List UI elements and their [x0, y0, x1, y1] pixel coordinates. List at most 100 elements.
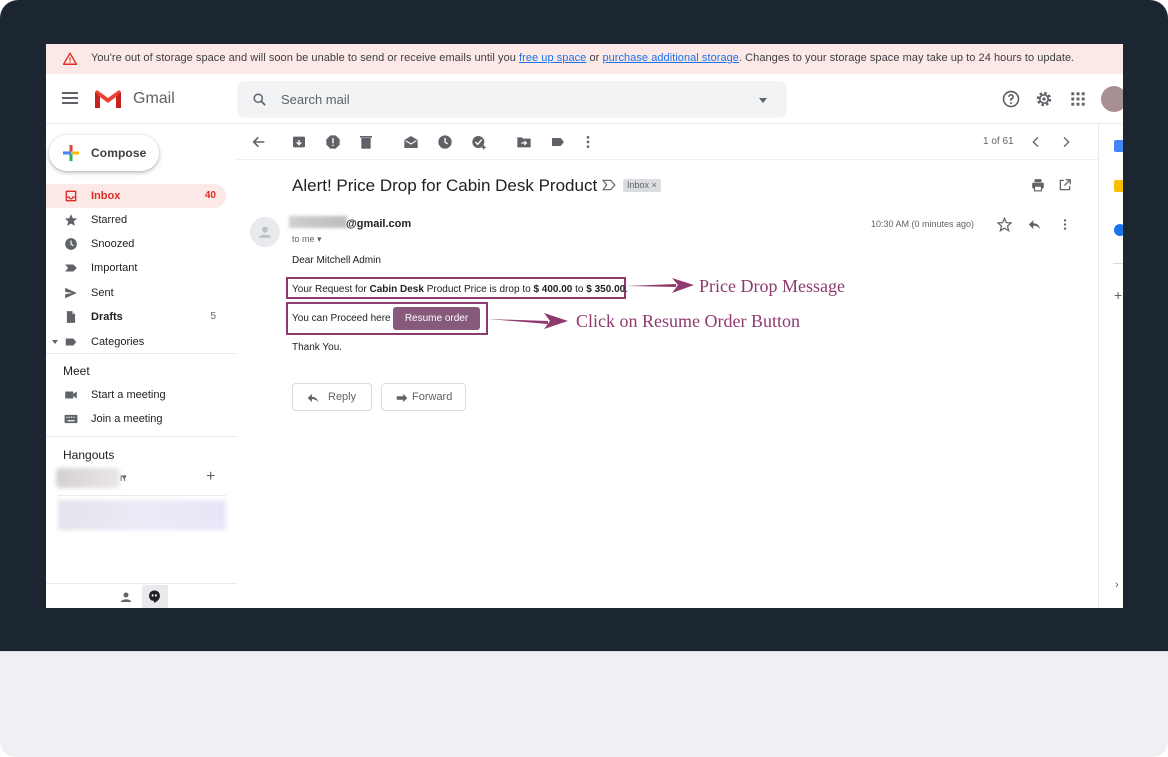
importance-marker-icon[interactable] — [602, 179, 616, 191]
menu-icon[interactable] — [62, 92, 78, 104]
new-price: $ 350.00 — [586, 284, 626, 295]
sidebar-item-starred[interactable]: Starred — [46, 208, 226, 232]
sidebar-item-label: Snoozed — [91, 238, 135, 250]
sidebar-item-drafts[interactable]: Drafts 5 — [46, 305, 226, 329]
label-as-icon[interactable] — [550, 134, 566, 150]
remove-label-icon[interactable]: × — [652, 180, 657, 190]
apps-grid-icon[interactable] — [1068, 89, 1088, 109]
print-icon[interactable] — [1031, 178, 1045, 192]
label-icon — [65, 338, 77, 346]
newer-chevron-icon[interactable] — [1028, 134, 1044, 150]
storage-warning-banner: You're out of storage space and will soo… — [46, 44, 1123, 74]
video-icon — [65, 391, 77, 399]
calendar-icon[interactable] — [1114, 140, 1123, 152]
annotation-arrow-2 — [488, 313, 568, 329]
sidebar-item-snoozed[interactable]: Snoozed — [46, 232, 226, 256]
send-icon — [65, 287, 77, 299]
search-icon[interactable] — [252, 92, 267, 107]
open-new-window-icon[interactable] — [1058, 178, 1072, 192]
gmail-wordmark: Gmail — [133, 90, 175, 107]
purchase-storage-link[interactable]: purchase additional storage — [602, 52, 739, 64]
inbox-count-badge: 40 — [204, 190, 216, 201]
recipient-details-toggle[interactable]: to me ▾ — [292, 234, 322, 245]
hangouts-tab[interactable] — [142, 585, 168, 608]
show-side-panel-icon[interactable]: › — [1115, 579, 1119, 591]
side-panel-divider — [1113, 263, 1123, 264]
search-options-icon[interactable] — [759, 98, 767, 103]
inbox-icon — [65, 190, 77, 202]
annotation-arrow-1 — [626, 278, 694, 293]
keep-icon[interactable] — [1114, 180, 1123, 192]
tasks-icon[interactable] — [1114, 224, 1123, 236]
hangouts-dropdown-icon[interactable]: ▾ — [122, 472, 127, 483]
resume-order-button[interactable]: Resume order — [393, 307, 480, 330]
forward-icon — [396, 393, 408, 403]
price-drop-text: to — [575, 284, 584, 295]
sidebar-divider — [46, 353, 237, 354]
more-actions-icon[interactable] — [1058, 217, 1072, 232]
inbox-label-chip[interactable]: Inbox × — [623, 179, 661, 192]
star-icon — [64, 214, 78, 226]
sidebar-item-categories[interactable]: Categories — [46, 330, 226, 354]
person-icon[interactable] — [120, 591, 132, 603]
search-bar[interactable]: Search mail — [237, 81, 787, 118]
forward-button[interactable]: Forward — [381, 383, 466, 411]
account-avatar[interactable] — [1101, 86, 1123, 112]
annotation-resume-order: Click on Resume Order Button — [576, 311, 800, 331]
sidebar-item-inbox[interactable]: Inbox 40 — [46, 184, 226, 208]
more-options-icon[interactable] — [580, 134, 596, 150]
reply-button[interactable]: Reply — [292, 383, 372, 411]
star-icon[interactable] — [997, 217, 1012, 232]
price-drop-text: Product Price is drop to — [426, 284, 531, 295]
email-greeting: Dear Mitchell Admin — [292, 255, 381, 266]
meet-section-title: Meet — [63, 364, 90, 378]
archive-icon[interactable] — [291, 134, 307, 150]
move-to-icon[interactable] — [516, 134, 532, 150]
start-meeting-item[interactable]: Start a meeting — [46, 383, 226, 407]
sidebar-item-label: Join a meeting — [91, 413, 163, 425]
banner-text: You're out of storage space and will soo… — [91, 52, 1074, 64]
banner-middle: or — [589, 52, 600, 64]
snooze-icon[interactable] — [437, 134, 453, 150]
mark-unread-icon[interactable] — [403, 134, 419, 150]
expand-arrow-icon[interactable] — [52, 340, 58, 344]
back-arrow-icon[interactable] — [251, 134, 267, 150]
banner-suffix: . Changes to your storage space may take… — [738, 52, 1075, 64]
hangouts-add-icon[interactable]: + — [206, 468, 215, 486]
help-icon[interactable] — [1001, 89, 1021, 109]
hangouts-section-title: Hangouts — [63, 448, 115, 462]
device-base — [0, 651, 1168, 757]
reply-icon[interactable] — [1027, 217, 1042, 232]
join-meeting-item[interactable]: Join a meeting — [46, 407, 226, 431]
person-icon — [259, 226, 271, 238]
important-icon — [65, 264, 77, 272]
inbox-label-text: Inbox — [627, 180, 650, 190]
report-spam-icon[interactable] — [325, 134, 341, 150]
sidebar-item-label: Starred — [91, 214, 128, 226]
hangouts-user-redacted — [56, 468, 120, 488]
price-drop-message: Your Request for Cabin Desk Product Pric… — [292, 284, 628, 295]
add-task-icon[interactable] — [471, 134, 487, 150]
delete-icon[interactable] — [358, 134, 374, 150]
forward-label: Forward — [412, 391, 453, 403]
gmail-window: You're out of storage space and will soo… — [46, 44, 1123, 608]
settings-icon[interactable] — [1034, 89, 1054, 109]
side-panel-divider — [1098, 124, 1099, 608]
sidebar-item-sent[interactable]: Sent — [46, 281, 226, 305]
compose-button[interactable]: Compose — [49, 135, 159, 171]
sender-avatar — [250, 217, 280, 247]
reply-label: Reply — [328, 391, 357, 403]
hangouts-chat-icon — [149, 590, 160, 603]
message-toolbar: 1 of 61 — [237, 124, 1098, 160]
sidebar-item-important[interactable]: Important — [46, 256, 226, 280]
product-name: Cabin Desk — [369, 284, 424, 295]
search-input[interactable]: Search mail — [281, 92, 350, 107]
older-chevron-icon[interactable] — [1058, 134, 1074, 150]
reply-icon — [307, 393, 319, 403]
recipient-dropdown-icon[interactable]: ▾ — [317, 234, 322, 244]
free-up-space-link[interactable]: free up space — [519, 52, 586, 64]
get-addons-icon[interactable]: + — [1114, 287, 1122, 303]
draft-icon — [66, 311, 76, 323]
sidebar-item-label: Categories — [91, 336, 145, 348]
gmail-logo-icon[interactable] — [93, 88, 123, 110]
